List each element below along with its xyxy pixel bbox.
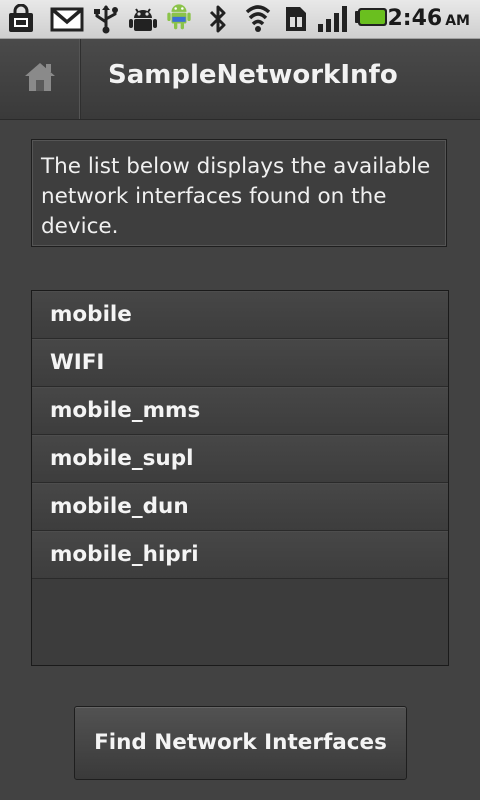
wifi-icon bbox=[245, 5, 271, 32]
sim-card-icon bbox=[286, 7, 306, 31]
shopping-bag-icon bbox=[9, 4, 33, 32]
status-bar: 2:46 AM bbox=[0, 0, 480, 39]
android-debug-icon bbox=[129, 8, 157, 31]
clock-time: 2:46 bbox=[387, 6, 443, 31]
signal-strength-icon bbox=[318, 6, 347, 32]
android-robot-icon bbox=[167, 4, 191, 30]
bluetooth-icon bbox=[209, 5, 226, 33]
description-box: The list below displays the available ne… bbox=[31, 139, 447, 247]
list-item[interactable]: mobile_supl bbox=[32, 435, 448, 483]
app-title: SampleNetworkInfo bbox=[108, 60, 398, 90]
list-item[interactable]: mobile_dun bbox=[32, 483, 448, 531]
description-text: The list below displays the available ne… bbox=[41, 154, 431, 239]
title-bar: SampleNetworkInfo bbox=[0, 39, 480, 120]
find-network-interfaces-button[interactable]: Find Network Interfaces bbox=[74, 706, 407, 780]
list-item[interactable]: mobile bbox=[32, 291, 448, 339]
home-button[interactable] bbox=[0, 39, 81, 119]
list-item[interactable]: WIFI bbox=[32, 339, 448, 387]
interface-list[interactable]: mobile WIFI mobile_mms mobile_supl mobil… bbox=[31, 290, 449, 666]
home-icon bbox=[25, 63, 55, 91]
list-item[interactable]: mobile_mms bbox=[32, 387, 448, 435]
list-item[interactable]: mobile_hipri bbox=[32, 531, 448, 579]
gmail-icon bbox=[50, 7, 84, 32]
usb-icon bbox=[94, 5, 118, 34]
clock: 2:46 AM bbox=[387, 6, 470, 31]
clock-ampm: AM bbox=[445, 13, 470, 29]
battery-icon bbox=[355, 8, 387, 26]
